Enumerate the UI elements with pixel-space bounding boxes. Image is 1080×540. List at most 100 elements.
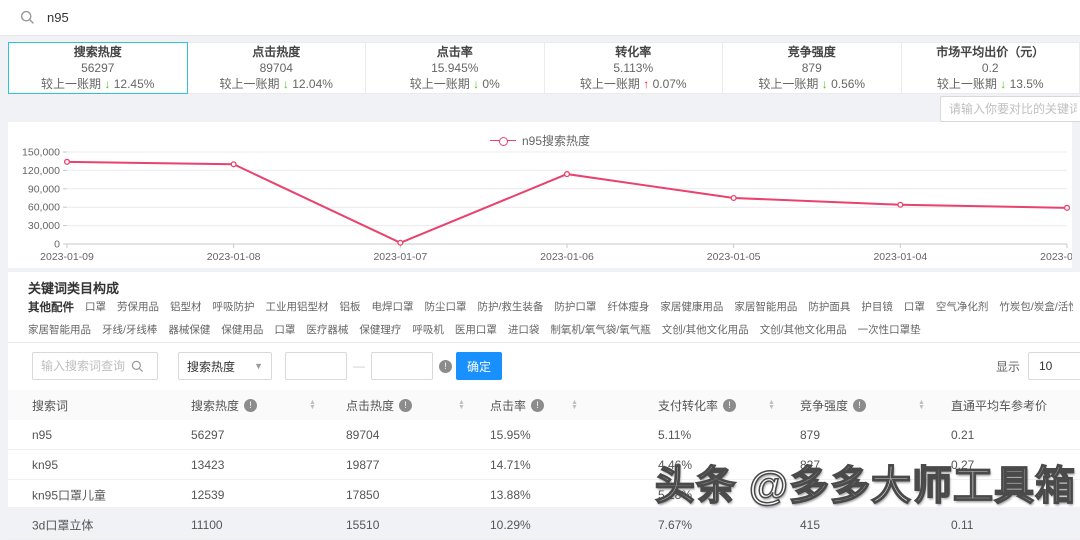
cell-click-heat: 89704 bbox=[346, 428, 379, 442]
page-size-label: 显示 bbox=[996, 358, 1020, 375]
sort-icon[interactable]: ▲▼ bbox=[309, 400, 316, 410]
category-tab[interactable]: 口罩 bbox=[274, 322, 295, 337]
sort-icon[interactable]: ▲▼ bbox=[571, 400, 578, 410]
stat-card[interactable]: 点击热度 89704 较上一账期 ↓ 12.04% bbox=[188, 42, 367, 94]
category-tab[interactable]: 家居智能用品 bbox=[734, 299, 797, 315]
stat-card[interactable]: 点击率 15.945% 较上一账期 ↓ 0% bbox=[366, 42, 545, 94]
info-icon[interactable]: ! bbox=[399, 399, 412, 412]
category-tab[interactable]: 纤体瘦身 bbox=[607, 299, 649, 315]
trend-arrow-icon: ↓ bbox=[473, 77, 479, 91]
range-min-input[interactable] bbox=[285, 352, 347, 380]
cell-click-rate: 10.29% bbox=[490, 518, 531, 532]
category-tab[interactable]: 进口袋 bbox=[508, 322, 540, 337]
category-tab[interactable]: 家居健康用品 bbox=[660, 299, 723, 315]
svg-text:2023-01-07: 2023-01-07 bbox=[373, 251, 427, 263]
category-tab[interactable]: 医疗器械 bbox=[306, 322, 348, 337]
category-tab[interactable]: 铝板 bbox=[340, 299, 361, 315]
cell-competition: 415 bbox=[800, 518, 820, 532]
stat-value: 879 bbox=[802, 60, 822, 76]
search-icon bbox=[20, 10, 35, 25]
keyword-search-input[interactable] bbox=[47, 10, 947, 25]
category-tab[interactable]: 其他配件 bbox=[28, 299, 74, 315]
confirm-button[interactable]: 确定 bbox=[456, 352, 502, 380]
info-icon[interactable]: ! bbox=[244, 399, 257, 412]
cell-click-rate: 15.95% bbox=[490, 428, 531, 442]
metric-select-value: 搜索热度 bbox=[187, 358, 235, 375]
range-filter: — ! bbox=[285, 352, 452, 380]
cell-keyword: kn95口罩儿童 bbox=[32, 486, 106, 503]
svg-text:0: 0 bbox=[54, 239, 60, 251]
category-tab[interactable]: 工业用铝型材 bbox=[266, 299, 329, 315]
category-tab[interactable]: 防护/救生装备 bbox=[478, 299, 544, 315]
category-tab[interactable]: 器械保健 bbox=[168, 322, 210, 337]
category-tab[interactable]: 竹炭包/炭盒/活性炭 bbox=[999, 299, 1073, 315]
category-tab[interactable]: 口罩 bbox=[904, 299, 925, 315]
trend-chart-panel: 030,00060,00090,000120,000150,0002023-01… bbox=[8, 122, 1072, 268]
category-tab[interactable]: 铝型材 bbox=[170, 299, 202, 315]
category-tab[interactable]: 牙线/牙线棒 bbox=[102, 322, 157, 337]
top-search-bar bbox=[0, 0, 1080, 36]
stat-card[interactable]: 市场平均出价（元） 0.2 较上一账期 ↓ 13.5% bbox=[902, 42, 1080, 94]
category-tab[interactable]: 制氧机/氧气袋/氧气瓶 bbox=[550, 322, 650, 337]
page-size-select[interactable]: 10 bbox=[1028, 352, 1080, 380]
category-tab[interactable]: 文创/其他文化用品 bbox=[760, 322, 847, 337]
cell-keyword: 3d口罩立体 bbox=[32, 516, 93, 533]
sort-icon[interactable]: ▲▼ bbox=[458, 400, 465, 410]
cell-avg-bid: 0.21 bbox=[951, 428, 974, 442]
category-tab[interactable]: 防护口罩 bbox=[554, 299, 596, 315]
category-tabs-row2: 家居智能用品牙线/牙线棒器械保健保健用品口罩医疗器械保健理疗呼吸机医用口罩进口袋… bbox=[28, 322, 1073, 337]
sort-icon[interactable]: ▲▼ bbox=[918, 400, 925, 410]
table-row[interactable]: n95 56297 89704 15.95% 5.11% 879 0.21 bbox=[8, 420, 1080, 450]
sort-icon[interactable]: ▲▼ bbox=[768, 400, 775, 410]
info-icon[interactable]: ! bbox=[723, 399, 736, 412]
svg-text:2023-01-09: 2023-01-09 bbox=[40, 251, 94, 263]
category-tab[interactable]: 劳保用品 bbox=[117, 299, 159, 315]
info-icon[interactable]: ! bbox=[531, 399, 544, 412]
cell-keyword: n95 bbox=[32, 428, 52, 442]
category-tab[interactable]: 呼吸防护 bbox=[213, 299, 255, 315]
stat-card[interactable]: 搜索热度 56297 较上一账期 ↓ 12.45% bbox=[8, 42, 188, 94]
search-icon[interactable] bbox=[131, 360, 144, 373]
stat-compare: 较上一账期 ↓ 0% bbox=[410, 76, 500, 92]
cell-conversion-rate: 5.11% bbox=[658, 428, 691, 442]
table-header-cell: 搜索热度 ! ▲▼ bbox=[191, 390, 257, 420]
stat-value: 89704 bbox=[260, 60, 293, 76]
category-tab[interactable]: 护目镜 bbox=[861, 299, 893, 315]
category-tab[interactable]: 保健用品 bbox=[221, 322, 263, 337]
category-tab[interactable]: 医用口罩 bbox=[455, 322, 497, 337]
category-tab[interactable]: 空气净化剂 bbox=[936, 299, 989, 315]
category-tab[interactable]: 防护面具 bbox=[808, 299, 850, 315]
chart-legend[interactable]: n95搜索热度 bbox=[8, 132, 1072, 149]
stat-title: 竞争强度 bbox=[788, 44, 836, 60]
table-header-cell: 支付转化率 ! ▲▼ bbox=[658, 390, 736, 420]
info-icon[interactable]: ! bbox=[853, 399, 866, 412]
category-tab[interactable]: 家居智能用品 bbox=[28, 322, 91, 337]
category-tab[interactable]: 防尘口罩 bbox=[425, 299, 467, 315]
compare-keyword-input[interactable] bbox=[940, 96, 1080, 122]
table-search-input[interactable] bbox=[41, 359, 131, 373]
column-label: 搜索词 bbox=[32, 397, 68, 414]
category-tab[interactable]: 口罩 bbox=[85, 299, 106, 315]
category-tab[interactable]: 呼吸机 bbox=[412, 322, 444, 337]
stat-card[interactable]: 竞争强度 879 较上一账期 ↓ 0.56% bbox=[723, 42, 902, 94]
svg-text:30,000: 30,000 bbox=[28, 220, 60, 232]
metric-select[interactable]: 搜索热度 ▼ bbox=[178, 352, 272, 380]
trend-arrow-icon: ↓ bbox=[1000, 77, 1006, 91]
table-header-cell: 点击率 ! ▲▼ bbox=[490, 390, 544, 420]
svg-text:2023-01-04: 2023-01-04 bbox=[873, 251, 927, 263]
category-tab[interactable]: 电焊口罩 bbox=[372, 299, 414, 315]
stat-card[interactable]: 转化率 5.113% 较上一账期 ↑ 0.07% bbox=[545, 42, 724, 94]
stat-value: 0.2 bbox=[982, 60, 999, 76]
legend-line-marker-icon bbox=[490, 140, 516, 141]
svg-text:2023-01-06: 2023-01-06 bbox=[540, 251, 594, 263]
watermark: 头条 @多多大师工具箱 bbox=[655, 453, 1076, 511]
category-tab[interactable]: 文创/其他文化用品 bbox=[662, 322, 749, 337]
category-tab[interactable]: 一次性口罩垫 bbox=[858, 322, 921, 337]
stat-compare: 较上一账期 ↓ 0.56% bbox=[758, 76, 865, 92]
table-row[interactable]: 3d口罩立体 11100 15510 10.29% 7.67% 415 0.11 bbox=[8, 510, 1080, 540]
info-icon[interactable]: ! bbox=[439, 360, 452, 373]
stat-compare: 较上一账期 ↓ 12.04% bbox=[220, 76, 333, 92]
range-max-input[interactable] bbox=[371, 352, 433, 380]
category-tab[interactable]: 保健理疗 bbox=[359, 322, 401, 337]
stat-title: 点击率 bbox=[437, 44, 473, 60]
